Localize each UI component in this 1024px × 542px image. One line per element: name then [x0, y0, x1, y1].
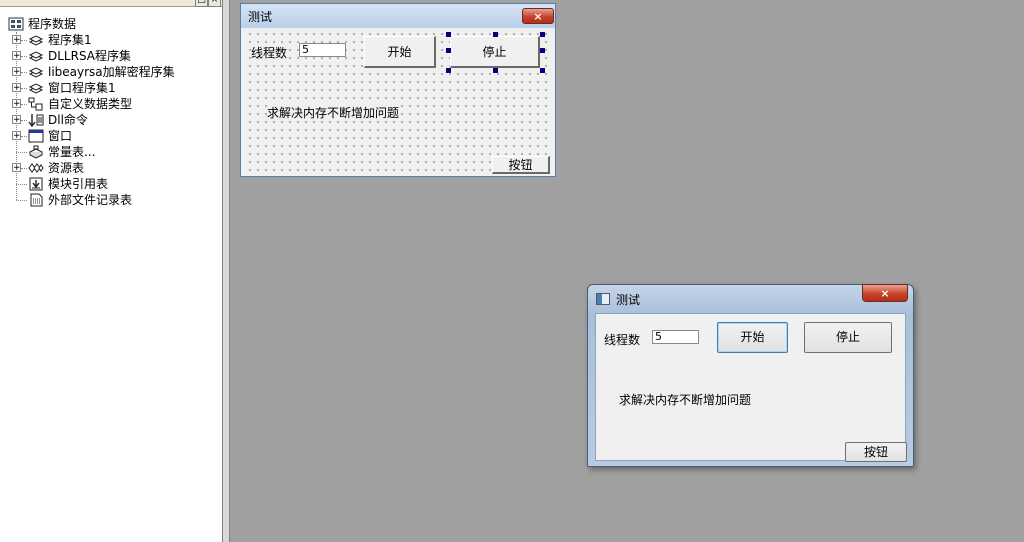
tree-item-label: 常量表... [48, 145, 96, 159]
run-window[interactable]: 测试 × 线程数 5 开始 停止 求解决内存不断增加问题 按钮 [587, 284, 914, 467]
generic-button[interactable]: 按钮 [492, 156, 550, 174]
expand-icon[interactable]: + [12, 99, 21, 109]
selection-handle[interactable] [446, 48, 451, 53]
expand-icon[interactable]: + [12, 35, 21, 45]
tree-panel-splitter[interactable] [222, 0, 230, 542]
window-icon [28, 129, 44, 143]
program-set-icon [28, 35, 44, 46]
selection-handle[interactable] [446, 68, 451, 73]
start-button[interactable]: 开始 [717, 322, 788, 353]
external-file-icon [30, 193, 43, 207]
tree-item-label: 窗口程序集1 [48, 81, 116, 95]
run-close-icon[interactable]: × [862, 284, 908, 302]
selection-handle[interactable] [493, 68, 498, 73]
stop-button[interactable]: 停止 [804, 322, 892, 353]
expand-icon[interactable]: + [12, 163, 21, 173]
app-window-icon [596, 293, 610, 305]
tree-item-label: Dll命令 [48, 113, 88, 127]
program-set-icon [28, 83, 44, 94]
tree-item-label: 窗口 [48, 129, 73, 143]
tree-item-label: 模块引用表 [48, 177, 109, 191]
design-close-icon[interactable]: × [522, 8, 554, 24]
thread-count-label: 线程数 [604, 333, 641, 347]
program-set-icon [28, 51, 44, 62]
thread-count-input[interactable]: 5 [299, 43, 346, 57]
description-label: 求解决内存不断增加问题 [267, 104, 400, 121]
expand-icon[interactable]: + [12, 115, 21, 125]
data-type-icon [28, 97, 43, 111]
description-label: 求解决内存不断增加问题 [619, 393, 752, 407]
design-form-window[interactable]: 测试 × 线程数 5 开始 停止 求解决内存不断增加问题 按钮 [240, 3, 556, 177]
design-form-canvas[interactable]: 线程数 5 开始 停止 求解决内存不断增加问题 按钮 [244, 28, 550, 174]
selection-handle[interactable] [540, 32, 545, 37]
tree-item-label: 外部文件记录表 [48, 193, 133, 207]
selection-handle[interactable] [446, 32, 451, 37]
expand-icon[interactable]: + [12, 67, 21, 77]
tree-item-label: DLLRSA程序集 [48, 49, 131, 63]
expand-icon[interactable]: + [12, 83, 21, 93]
selection-handle[interactable] [540, 68, 545, 73]
program-data-tree-panel: □ × 程序数据 + 程序集1 + DLLRSA程序集 + libeayrsa加… [0, 0, 223, 542]
selection-handle[interactable] [540, 48, 545, 53]
tree-panel-toolbar: □ × [0, 0, 222, 7]
tree-root-label: 程序数据 [28, 17, 77, 31]
run-window-client: 线程数 5 开始 停止 求解决内存不断增加问题 按钮 [595, 313, 907, 462]
expand-icon[interactable]: + [12, 131, 21, 141]
start-button[interactable]: 开始 [364, 36, 436, 68]
close-panel-icon[interactable]: × [208, 0, 221, 7]
tree-item-label: 程序集1 [48, 33, 92, 47]
expand-icon[interactable]: + [12, 51, 21, 61]
tree-item-label: 资源表 [48, 161, 85, 175]
thread-count-input[interactable]: 5 [652, 330, 699, 344]
dll-command-icon [28, 114, 44, 127]
resource-table-icon [28, 163, 44, 173]
stop-button[interactable]: 停止 [450, 36, 540, 68]
constant-table-icon [28, 145, 44, 159]
tree-item-label: 自定义数据类型 [48, 97, 133, 111]
generic-button[interactable]: 按钮 [845, 442, 907, 462]
program-set-icon [28, 67, 44, 78]
restore-icon[interactable]: □ [195, 0, 208, 7]
run-window-title: 测试 [616, 293, 641, 307]
program-data-icon [8, 17, 24, 31]
design-form-titlebar[interactable]: 测试 × [241, 4, 555, 28]
tree-item-label: libeayrsa加解密程序集 [48, 65, 175, 79]
design-form-title: 测试 [248, 10, 273, 24]
thread-count-label: 线程数 [251, 46, 288, 60]
module-ref-icon [29, 177, 43, 191]
selection-handle[interactable] [493, 32, 498, 37]
